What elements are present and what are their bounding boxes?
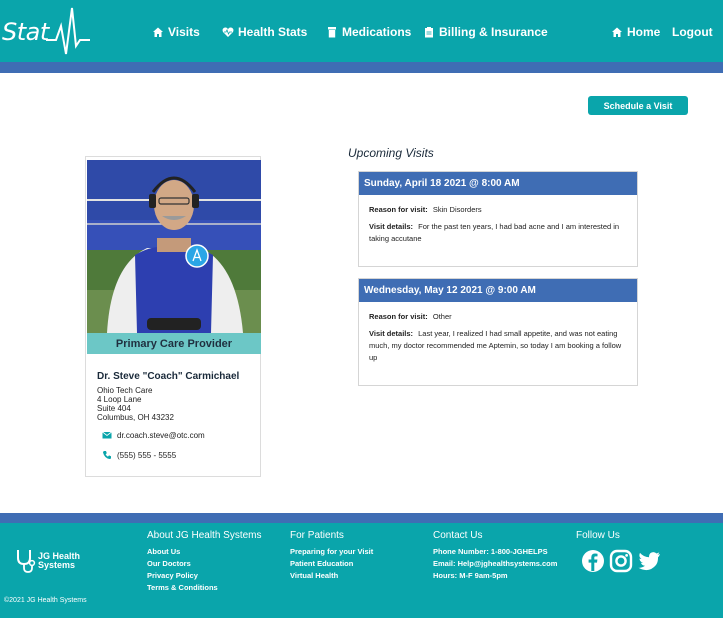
nav-visits[interactable]: Visits: [152, 24, 200, 40]
provider-city: Columbus, OH 43232: [97, 413, 174, 422]
provider-card: Primary Care Provider Dr. Steve "Coach" …: [85, 156, 261, 477]
visit-details: Visit details: For the past ten years, I…: [369, 221, 627, 245]
footer-contact-hours: Hours: M-F 9am-5pm: [433, 571, 508, 580]
upcoming-visits-title: Upcoming Visits: [348, 146, 434, 160]
provider-email-row[interactable]: dr.coach.steve@otc.com: [102, 430, 205, 440]
reason-value: Skin Disorders: [432, 205, 482, 214]
provider-org: Ohio Tech Care: [97, 386, 153, 395]
footer-follow-title: Follow Us: [576, 530, 620, 541]
stat-logo[interactable]: Stat: [0, 4, 92, 60]
reason-label: Reason for visit:: [369, 205, 428, 214]
nav-logout[interactable]: Logout: [672, 24, 713, 40]
footer-link-our-doctors[interactable]: Our Doctors: [147, 558, 262, 570]
footer-patients-title: For Patients: [290, 530, 344, 541]
nav-billing[interactable]: Billing & Insurance: [423, 24, 548, 40]
copyright: ©2021 JG Health Systems: [4, 597, 87, 604]
envelope-icon: [102, 431, 112, 439]
home-icon: [153, 27, 163, 37]
social-links: [581, 549, 661, 573]
twitter-icon[interactable]: [637, 549, 661, 573]
heartbeat-icon: [46, 7, 90, 55]
visit-details: Visit details: Last year, I realized I h…: [369, 328, 627, 364]
instagram-icon[interactable]: [609, 549, 633, 573]
footer: JG Health Systems About JG Health System…: [0, 523, 723, 618]
details-label: Visit details:: [369, 329, 414, 338]
footer-contact-phone[interactable]: Phone Number: 1-800-JGHELPS: [433, 546, 557, 558]
provider-address-line2: Suite 404: [97, 404, 131, 413]
footer-link-privacy[interactable]: Privacy Policy: [147, 570, 262, 582]
reason-value: Other: [432, 312, 452, 321]
visit-card[interactable]: Wednesday, May 12 2021 @ 9:00 AM Reason …: [358, 278, 638, 386]
footer-about-title: About JG Health Systems: [147, 530, 262, 541]
reason-label: Reason for visit:: [369, 312, 428, 321]
prescription-bottle-icon: [328, 27, 336, 38]
footer-follow: Follow Us: [576, 530, 620, 546]
footer-link-preparing[interactable]: Preparing for your Visit: [290, 546, 373, 558]
nav-health-stats-label: Health Stats: [238, 25, 308, 39]
home-icon: [612, 27, 622, 37]
visit-datetime: Sunday, April 18 2021 @ 8:00 AM: [359, 172, 637, 195]
footer-link-terms[interactable]: Terms & Conditions: [147, 582, 262, 594]
footer-contact-title: Contact Us: [433, 530, 483, 541]
facebook-icon[interactable]: [581, 549, 605, 573]
clipboard-icon: [425, 27, 433, 38]
provider-phone-row[interactable]: (555) 555 - 5555: [102, 450, 176, 460]
visit-card[interactable]: Sunday, April 18 2021 @ 8:00 AM Reason f…: [358, 171, 638, 267]
footer-about: About JG Health Systems About Us Our Doc…: [147, 530, 262, 594]
provider-address: Ohio Tech Care 4 Loop Lane Suite 404 Col…: [97, 386, 174, 422]
footer-link-about-us[interactable]: About Us: [147, 546, 262, 558]
header-stripe: [0, 62, 723, 73]
provider-address-line1: 4 Loop Lane: [97, 395, 142, 404]
footer-patients: For Patients Preparing for your Visit Pa…: [290, 530, 373, 582]
visit-datetime: Wednesday, May 12 2021 @ 9:00 AM: [359, 279, 637, 302]
footer-link-virtual[interactable]: Virtual Health: [290, 570, 373, 582]
nav-medications-label: Medications: [342, 25, 412, 39]
jg-health-logo[interactable]: JG Health Systems: [14, 548, 80, 574]
stethoscope-icon: [17, 550, 36, 573]
footer-logo-line2: Systems: [38, 560, 76, 570]
visit-reason: Reason for visit: Skin Disorders: [369, 204, 627, 216]
nav-home[interactable]: Home: [611, 24, 660, 40]
nav-home-label: Home: [627, 25, 661, 39]
footer-contact-email[interactable]: Email: Help@jghealthsystems.com: [433, 558, 557, 570]
provider-phone: (555) 555 - 5555: [117, 450, 177, 460]
nav-medications[interactable]: Medications: [326, 24, 411, 40]
phone-icon: [103, 451, 111, 459]
provider-email: dr.coach.steve@otc.com: [117, 430, 205, 440]
provider-photo: [87, 160, 261, 333]
provider-name: Dr. Steve "Coach" Carmichael: [97, 371, 240, 382]
footer-link-education[interactable]: Patient Education: [290, 558, 373, 570]
nav-logout-label: Logout: [672, 25, 713, 39]
details-label: Visit details:: [369, 222, 414, 231]
footer-stripe: [0, 513, 723, 523]
heart-icon: [222, 27, 234, 37]
visit-reason: Reason for visit: Other: [369, 311, 627, 323]
nav-visits-label: Visits: [168, 25, 200, 39]
footer-contact: Contact Us Phone Number: 1-800-JGHELPS E…: [433, 530, 557, 582]
nav-health-stats[interactable]: Health Stats: [222, 24, 307, 40]
provider-banner: Primary Care Provider: [87, 333, 261, 354]
top-nav-bar: Stat Visits Health Stats Medications Bil…: [0, 0, 723, 62]
schedule-visit-button[interactable]: Schedule a Visit: [588, 96, 688, 115]
nav-billing-label: Billing & Insurance: [439, 25, 548, 39]
